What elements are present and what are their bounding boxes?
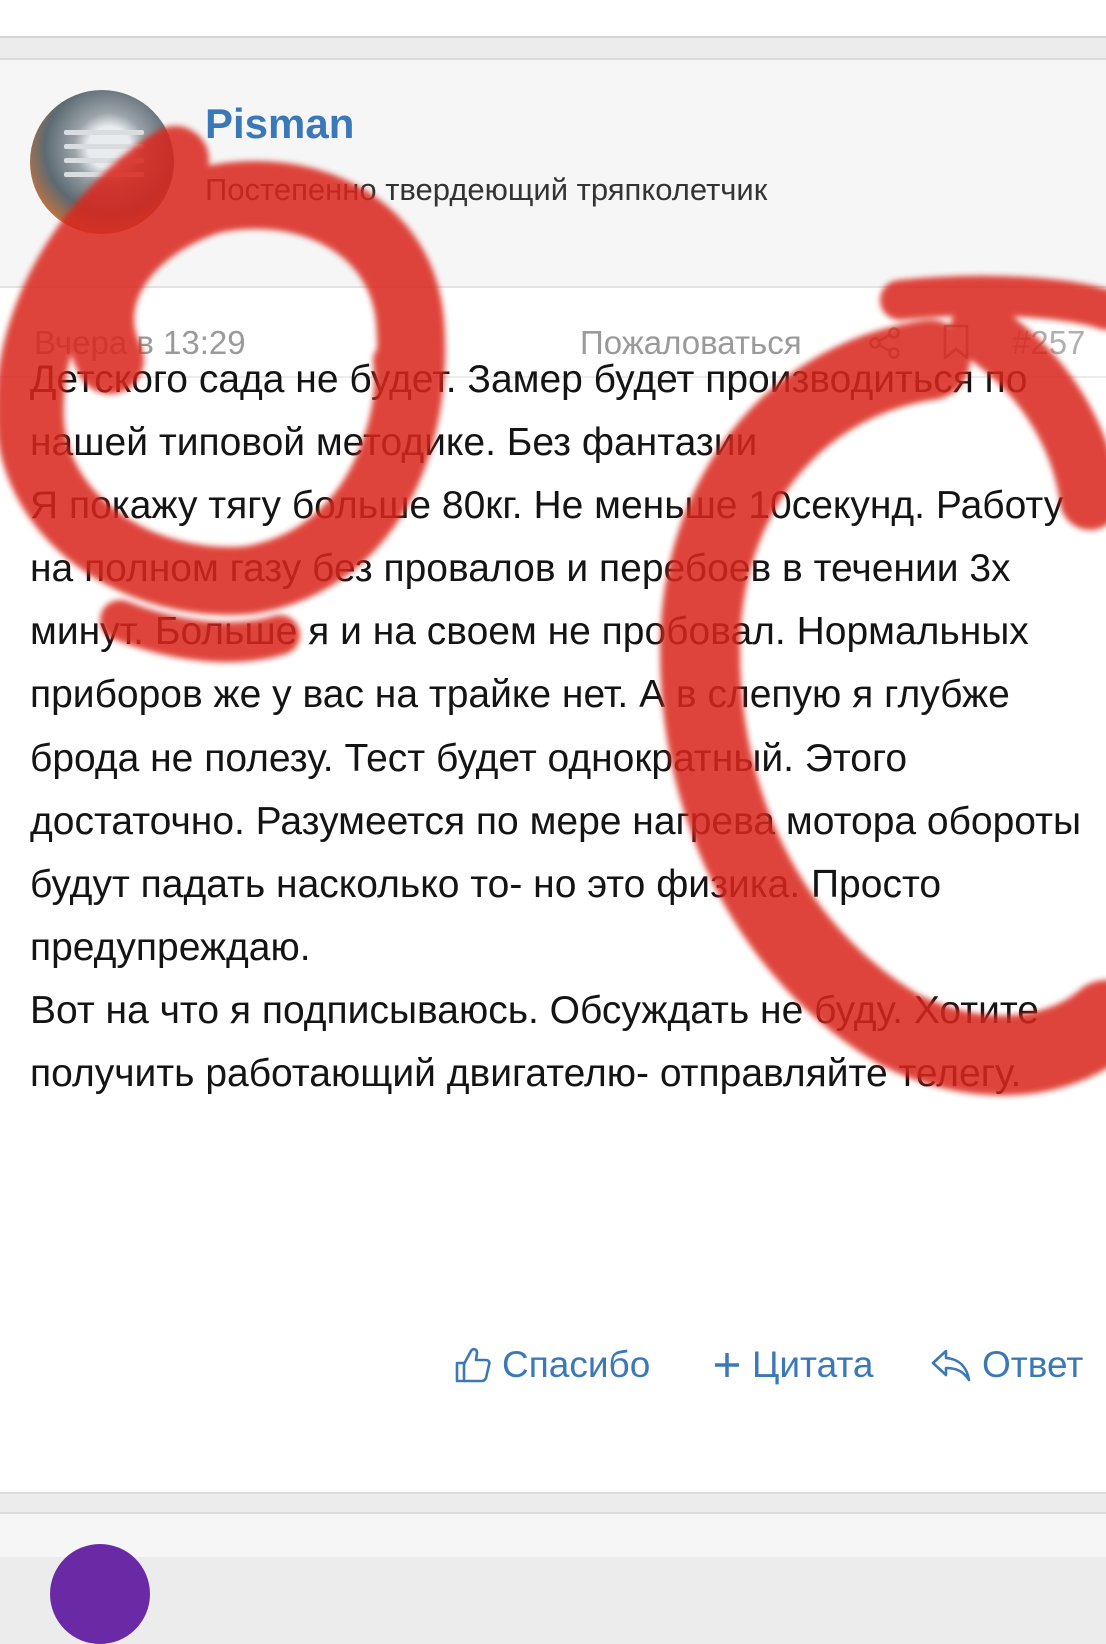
- previous-post-strip: [0, 0, 1106, 38]
- thanks-label: Спасибо: [502, 1344, 651, 1385]
- user-title: Постепенно твердеющий тряпколетчик: [205, 172, 768, 207]
- reply-arrow-icon: [931, 1349, 971, 1382]
- quote-label: Цитата: [752, 1344, 874, 1385]
- reply-button[interactable]: Ответ: [930, 1344, 1083, 1386]
- avatar[interactable]: [50, 1544, 150, 1644]
- post-paragraph: Вот на что я подписываюсь. Обсуждать не …: [30, 988, 1039, 1096]
- quote-button[interactable]: Цитата: [712, 1344, 873, 1386]
- thumbs-up-icon: [455, 1347, 491, 1383]
- plus-icon: [715, 1353, 739, 1377]
- next-post: [0, 1512, 1106, 1644]
- thanks-button[interactable]: Спасибо: [454, 1344, 650, 1386]
- avatar[interactable]: [30, 90, 174, 234]
- post-paragraph: Детского сада не будет. Замер будет прои…: [30, 358, 1028, 465]
- post-actions: Спасибо Цитата Ответ: [0, 1330, 1106, 1402]
- username[interactable]: Pisman: [205, 100, 354, 148]
- post-paragraph: Я покажу тягу больше 80кг. Не меньше 10с…: [30, 484, 1082, 969]
- post-body: Детского сада не будет. Замер будет прои…: [30, 348, 1096, 1105]
- post-header: Pisman Постепенно твердеющий тряпколетчи…: [0, 60, 1106, 288]
- reply-label: Ответ: [982, 1344, 1084, 1385]
